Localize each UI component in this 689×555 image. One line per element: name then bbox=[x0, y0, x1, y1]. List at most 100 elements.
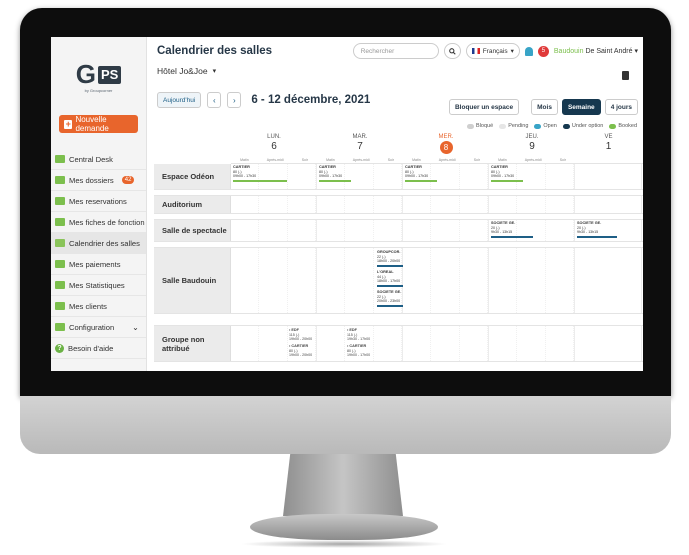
sidebar-item-mes-clients[interactable]: Mes clients bbox=[51, 296, 146, 317]
event-block[interactable]: CARTIER 80 (-) 09h00 - 17h30 bbox=[491, 165, 523, 182]
sidebar-item-mes-statistiques[interactable]: Mes Statistiques bbox=[51, 275, 146, 296]
event-block[interactable]: SOCIETE GE. 20 (-) 9h30 - 13h15 bbox=[577, 221, 617, 238]
event-time: 09h00 - 17h30 bbox=[319, 174, 343, 179]
status-bar bbox=[377, 264, 403, 267]
slot-labels: Matin Après-midi Soir bbox=[231, 158, 317, 162]
status-bar bbox=[233, 179, 287, 182]
room-row-espace-odeon: Espace Odéon CARTIER 80 (-) 09h00 - 17h30 … bbox=[154, 164, 643, 190]
sidebar-item-besoin-aide[interactable]: ? Besoin d'aide bbox=[51, 338, 146, 359]
event-time: 09h00 - 17h30 bbox=[491, 174, 515, 179]
event-time: 09h00 - 17h30 bbox=[405, 174, 429, 179]
room-cells[interactable] bbox=[231, 196, 643, 213]
new-request-label: Nouvelle demande bbox=[75, 115, 109, 133]
calendar-icon bbox=[55, 239, 65, 247]
bell-icon[interactable] bbox=[524, 46, 533, 56]
event-pax: 80 (-) bbox=[347, 348, 356, 353]
legend-dot bbox=[562, 123, 570, 129]
status-bar bbox=[577, 235, 617, 238]
sidebar-item-fiches-de-fonction[interactable]: Mes fiches de fonction bbox=[51, 212, 146, 233]
event-name: L'OREAL bbox=[377, 270, 394, 274]
legend-booked: Booked bbox=[609, 123, 637, 129]
block-space-button[interactable]: Bloquer un espace bbox=[448, 99, 520, 115]
event-block[interactable]: • CARTIER 80 (-) 19h00 - 17h00 bbox=[347, 344, 377, 358]
event-block[interactable]: • CARTIER 80 (-) 19h00 - 20h00 bbox=[289, 344, 319, 358]
room-row-auditorium: Auditorium bbox=[154, 196, 643, 214]
logo-letter: G bbox=[75, 59, 96, 89]
day-header-friday[interactable]: VE 1 bbox=[575, 134, 642, 163]
day-header-tuesday[interactable]: MAR. 7 Matin Après-midi Soir bbox=[317, 134, 403, 163]
sidebar-item-calendrier[interactable]: Calendrier des salles bbox=[51, 233, 146, 254]
event-block[interactable]: GROUPCOR. 22 (-) 18h00 - 20h00 bbox=[377, 250, 403, 267]
help-icon: ? bbox=[55, 343, 64, 353]
week-view-button[interactable]: Semaine bbox=[561, 99, 601, 115]
status-bar bbox=[491, 179, 523, 182]
day-header-monday[interactable]: LUN. 6 Matin Après-midi Soir bbox=[231, 134, 317, 163]
day-name: MAR. bbox=[352, 134, 368, 140]
event-time: 19h00 - 20h00 bbox=[289, 353, 313, 358]
search-button[interactable] bbox=[443, 43, 461, 59]
next-week-button[interactable]: › bbox=[227, 92, 242, 108]
folder-icon bbox=[55, 176, 65, 184]
event-block[interactable]: SOCIETE GE. 22 (-) 20h00 - 23h00 bbox=[377, 290, 403, 307]
event-block[interactable]: • EDF 115 (-) 19h00 - 20h00 bbox=[289, 328, 319, 342]
event-pax: 22 (-) bbox=[377, 254, 386, 259]
sidebar-item-central-desk[interactable]: Central Desk bbox=[51, 149, 146, 170]
room-cells[interactable] bbox=[231, 248, 643, 313]
four-days-view-button[interactable]: 4 jours bbox=[604, 99, 638, 115]
room-cells[interactable] bbox=[231, 164, 643, 189]
new-request-button[interactable]: + Nouvelle demande bbox=[59, 115, 138, 133]
sidebar-item-mes-paiements[interactable]: Mes paiements bbox=[51, 254, 146, 275]
slot-label: Après-midi bbox=[352, 158, 370, 162]
sidebar-item-mes-reservations[interactable]: Mes reservations bbox=[51, 191, 146, 212]
event-block[interactable]: • EDF 115 (-) 19h30 - 17h00 bbox=[347, 328, 377, 342]
monitor-stand-foot bbox=[250, 514, 438, 540]
event-pax: 22 (-) bbox=[377, 294, 386, 299]
sidebar-item-configuration[interactable]: Configuration ⌄ bbox=[51, 317, 146, 338]
today-button[interactable]: Aujourd'hui bbox=[157, 92, 202, 108]
event-pax: 20 (-) bbox=[491, 225, 500, 230]
room-label: Espace Odéon bbox=[154, 164, 231, 189]
monitor-chin bbox=[20, 396, 671, 454]
room-row-salle-de-spectacle: Salle de spectacle SOCIETE GE. 20 (-) 9h30… bbox=[154, 220, 643, 242]
search-icon bbox=[448, 47, 456, 55]
event-block[interactable]: SOCIETE GE. 20 (-) 9h30 - 13h15 bbox=[491, 221, 533, 238]
sidebar-item-mes-dossiers[interactable]: Mes dossiers 42 bbox=[51, 170, 146, 191]
slot-label: Après-midi bbox=[438, 158, 456, 162]
legend-label: Under option bbox=[571, 123, 604, 129]
sidebar-item-label: Mes reservations bbox=[69, 196, 127, 206]
status-legend: Bloqué Pending Open Under option Booked bbox=[467, 123, 637, 129]
day-header-wednesday[interactable]: MER. 8 Matin Après-midi Soir bbox=[403, 134, 489, 163]
event-name: CARTIER bbox=[405, 165, 422, 169]
day-number: 7 bbox=[357, 141, 363, 152]
event-block[interactable]: CARTIER 80 (-) 09h00 - 17h30 bbox=[405, 165, 437, 182]
event-time: 09h00 - 17h30 bbox=[233, 174, 257, 179]
day-header-thursday[interactable]: JEU. 9 Matin Après-midi Soir bbox=[489, 134, 575, 163]
room-label: Auditorium bbox=[154, 196, 231, 213]
day-number: 9 bbox=[529, 141, 535, 152]
caret-down-icon: ▾ bbox=[510, 48, 514, 55]
language-select[interactable]: Français ▾ bbox=[465, 43, 520, 59]
notification-count-badge[interactable]: 5 bbox=[537, 45, 549, 57]
event-pax: 44 (-) bbox=[377, 274, 386, 279]
document-icon bbox=[55, 218, 65, 226]
sidebar-item-label: Besoin d'aide bbox=[68, 343, 114, 353]
event-name: • CARTIER bbox=[289, 344, 309, 348]
event-name: CARTIER bbox=[233, 165, 250, 169]
previous-week-button[interactable]: ‹ bbox=[207, 92, 222, 108]
slot-label: Soir bbox=[473, 158, 480, 162]
event-block[interactable]: CARTIER 80 (-) 09h00 - 17h30 bbox=[233, 165, 287, 182]
sidebar-item-label: Configuration bbox=[69, 322, 115, 332]
event-block[interactable]: L'OREAL 44 (-) 18h00 - 17h00 bbox=[377, 270, 403, 287]
pdf-export-icon[interactable] bbox=[622, 71, 629, 80]
legend-open: Open bbox=[534, 123, 557, 129]
gps-logo[interactable]: G PS bbox=[51, 59, 146, 87]
chevron-down-icon: ⌄ bbox=[132, 322, 139, 332]
event-block[interactable]: CARTIER 80 (-) 09h00 - 17h30 bbox=[319, 165, 351, 182]
event-pax: 115 (-) bbox=[289, 332, 300, 337]
month-view-button[interactable]: Mois bbox=[531, 99, 558, 115]
hotel-select[interactable]: Hôtel Jo&Joe ▾ bbox=[157, 66, 643, 76]
user-menu[interactable]: Baudouin De Saint André ▾ bbox=[554, 47, 638, 55]
search-input[interactable]: Rechercher bbox=[352, 43, 439, 59]
sidebar-item-label: Mes paiements bbox=[69, 259, 121, 269]
sidebar: G PS by Groupcorner + Nouvelle demande C… bbox=[51, 37, 147, 371]
